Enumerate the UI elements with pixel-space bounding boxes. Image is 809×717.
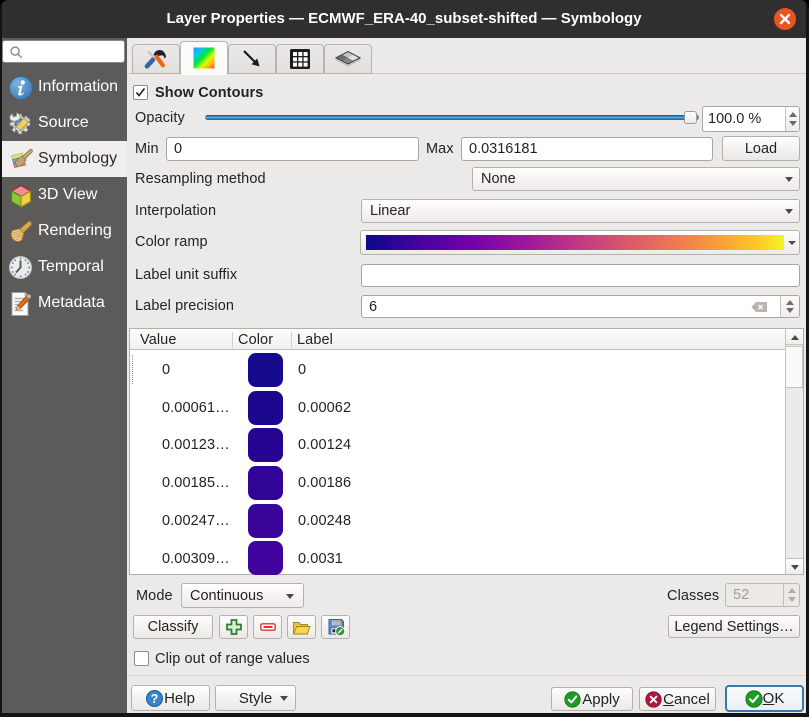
svg-text:?: ? <box>151 692 159 706</box>
